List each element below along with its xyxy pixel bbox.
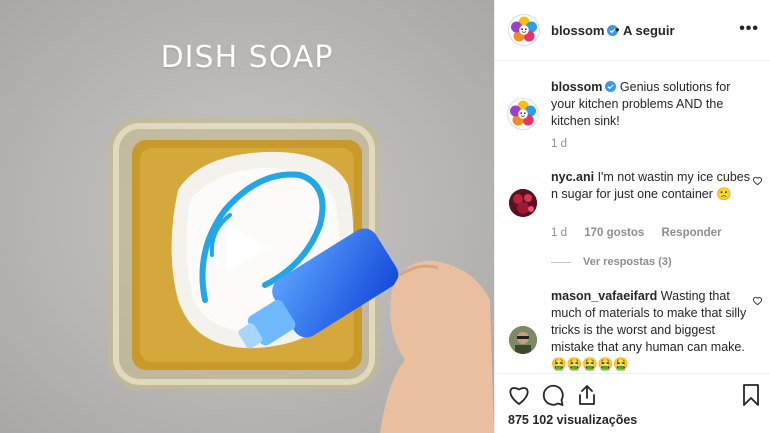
comment-icon[interactable] — [541, 383, 565, 407]
video-overlay-text: DISH SOAP — [160, 40, 334, 75]
comment-emoji: 🤮🤮🤮🤮🤮 — [551, 357, 629, 371]
post-side-panel: blossom • A seguir ••• blossom Genius so… — [494, 0, 770, 433]
comment-text: nyc.ani I'm not wastin my ice cubes n su… — [551, 169, 756, 203]
comment-like-icon[interactable] — [752, 175, 763, 186]
reply-button[interactable]: Responder — [661, 227, 721, 239]
heart-icon[interactable] — [507, 383, 531, 407]
comment-username[interactable]: mason_vafaeifard — [551, 289, 657, 303]
share-icon[interactable] — [575, 383, 599, 407]
post-header: blossom • A seguir ••• — [495, 0, 770, 61]
post-actions-bar: 875 102 visualizações — [495, 373, 770, 433]
caption-username[interactable]: blossom — [551, 80, 602, 94]
caption-avatar[interactable] — [507, 98, 539, 130]
comment-time[interactable]: 1 d — [551, 227, 567, 239]
caption-meta: 1 d — [551, 138, 581, 150]
more-options-button[interactable]: ••• — [739, 20, 759, 38]
comment-username[interactable]: nyc.ani — [551, 170, 594, 184]
comment-avatar[interactable] — [509, 189, 537, 217]
caption-text: blossom Genius solutions for your kitche… — [551, 79, 756, 130]
user-avatar-image — [509, 326, 537, 354]
comment-avatar[interactable] — [509, 326, 537, 354]
play-icon — [226, 224, 270, 272]
comments-list[interactable]: blossom Genius solutions for your kitche… — [495, 61, 770, 373]
author-username-text[interactable]: blossom — [551, 23, 604, 38]
comment-likes[interactable]: 170 gostos — [584, 227, 644, 239]
play-button[interactable] — [220, 220, 276, 276]
flower-logo-icon — [511, 16, 537, 42]
flower-logo-icon — [510, 100, 536, 126]
user-avatar-image — [509, 189, 537, 217]
bookmark-icon[interactable] — [739, 383, 763, 407]
video-player[interactable]: DISH SOAP — [0, 0, 494, 433]
view-count[interactable]: 875 102 visualizações — [508, 413, 637, 427]
comment-like-icon[interactable] — [752, 295, 763, 306]
header-separator: • — [615, 22, 620, 37]
following-button[interactable]: A seguir — [623, 23, 675, 38]
comment-meta: 1 d 170 gostos Responder — [551, 227, 736, 239]
caption-time[interactable]: 1 d — [551, 138, 567, 150]
verified-badge-icon — [605, 81, 617, 92]
author-avatar[interactable] — [508, 14, 540, 46]
author-username[interactable]: blossom — [551, 23, 619, 38]
comment-text: mason_vafaeifard Wasting that much of ma… — [551, 288, 756, 373]
view-replies-button[interactable]: Ver respostas (3) — [551, 256, 672, 268]
